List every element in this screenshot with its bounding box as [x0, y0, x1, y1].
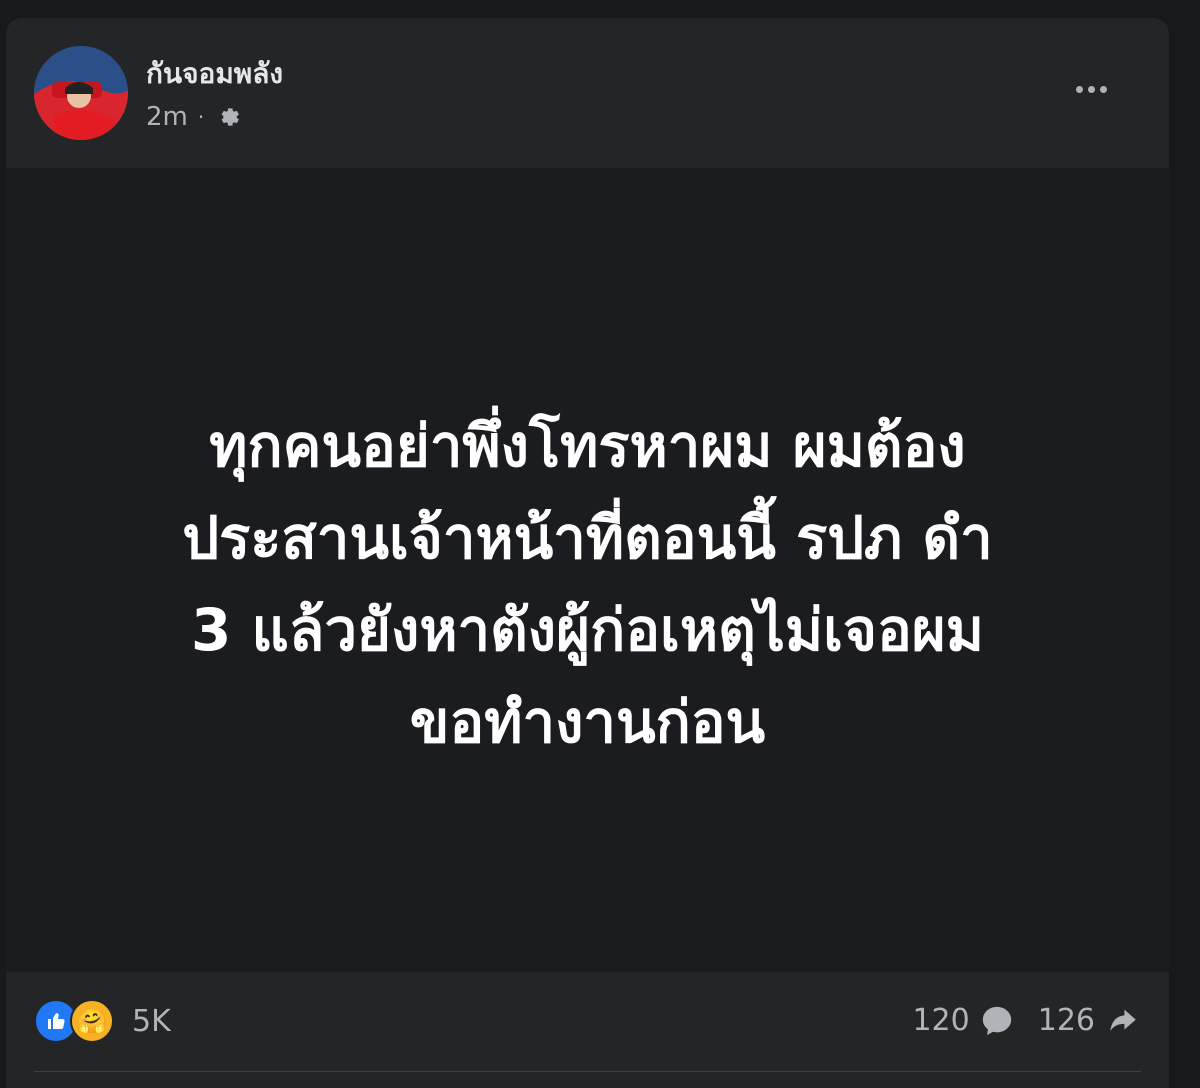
reaction-count: 5K	[132, 1003, 171, 1039]
post-content: ทุกคนอย่าพึ่งโทรหาผม ผมต้อง ประสานเจ้าหน…	[6, 168, 1169, 972]
post-header: กันจอมพลัง 2m ·	[6, 18, 1169, 168]
comments-count: 120	[912, 1003, 970, 1038]
engagement-stats: 120 126	[912, 1003, 1141, 1038]
reaction-summary[interactable]: 🤗 5K	[34, 999, 171, 1043]
share-icon	[1110, 1009, 1136, 1031]
post-text: ทุกคนอย่าพึ่งโทรหาผม ผมต้อง ประสานเจ้าหน…	[182, 412, 993, 756]
post-footer: 🤗 5K 120 126	[6, 972, 1169, 1072]
care-reaction-icon: 🤗	[70, 999, 114, 1043]
shares-count: 126	[1037, 1003, 1095, 1038]
comments-stat[interactable]: 120	[912, 1003, 1013, 1038]
author-avatar[interactable]	[34, 46, 128, 140]
comment-icon	[982, 1006, 1011, 1035]
shares-stat[interactable]: 126	[1038, 1003, 1141, 1038]
post-options-more-icon[interactable]	[1069, 72, 1113, 106]
post-time[interactable]: 2m	[146, 102, 188, 132]
privacy-gear-icon[interactable]	[214, 104, 240, 130]
author-name[interactable]: กันจอมพลัง	[146, 52, 283, 96]
post-meta: 2m ·	[146, 102, 240, 132]
footer-divider	[34, 1071, 1141, 1072]
avatar-image	[34, 46, 128, 140]
post-card: กันจอมพลัง 2m · ทุกคนอย่าพึ่งโทรหาผม ผมต…	[6, 18, 1169, 1088]
meta-separator: ·	[197, 105, 205, 129]
